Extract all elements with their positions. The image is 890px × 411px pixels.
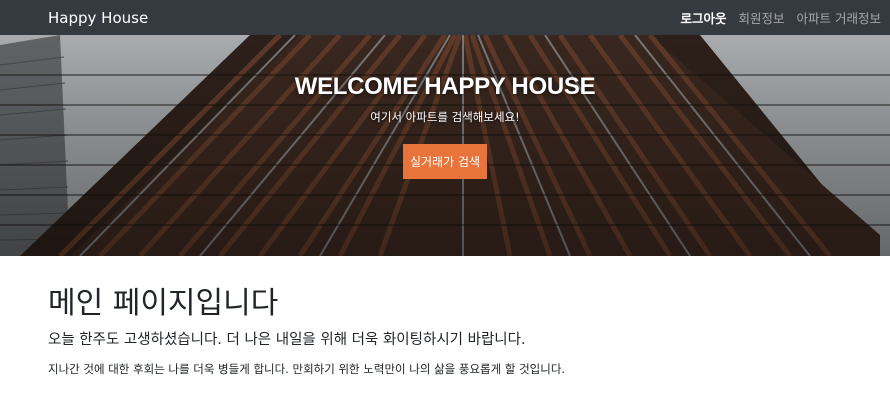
hero-banner: WELCOME HAPPY HOUSE 여기서 아파트를 검색해보세요! 실거래… (0, 35, 890, 256)
nav-logout-link[interactable]: 로그아웃 (680, 8, 726, 27)
hero-content: WELCOME HAPPY HOUSE 여기서 아파트를 검색해보세요! 실거래… (0, 35, 890, 256)
main-content: 메인 페이지입니다 오늘 한주도 고생하셨습니다. 더 나은 내일을 위해 더욱… (48, 286, 848, 377)
lead-text: 오늘 한주도 고생하셨습니다. 더 나은 내일을 위해 더욱 화이팅하시기 바랍… (48, 332, 526, 348)
top-navbar: Happy House 로그아웃 회원정보 아파트 거래정보 (0, 0, 890, 35)
page-title: 메인 페이지입니다 (48, 286, 279, 321)
search-deals-button[interactable]: 실거래가 검색 (403, 144, 487, 179)
nav-links: 로그아웃 회원정보 아파트 거래정보 (680, 8, 881, 27)
brand-link[interactable]: Happy House (48, 9, 148, 27)
hero-subtitle: 여기서 아파트를 검색해보세요! (370, 110, 520, 124)
nav-member-info-link[interactable]: 회원정보 (739, 8, 785, 27)
hero-title: WELCOME HAPPY HOUSE (294, 73, 596, 100)
body-text: 지나간 것에 대한 후회는 나를 더욱 병들게 합니다. 만회하기 위한 노력만… (48, 362, 566, 376)
nav-apartment-deals-link[interactable]: 아파트 거래정보 (797, 8, 881, 27)
